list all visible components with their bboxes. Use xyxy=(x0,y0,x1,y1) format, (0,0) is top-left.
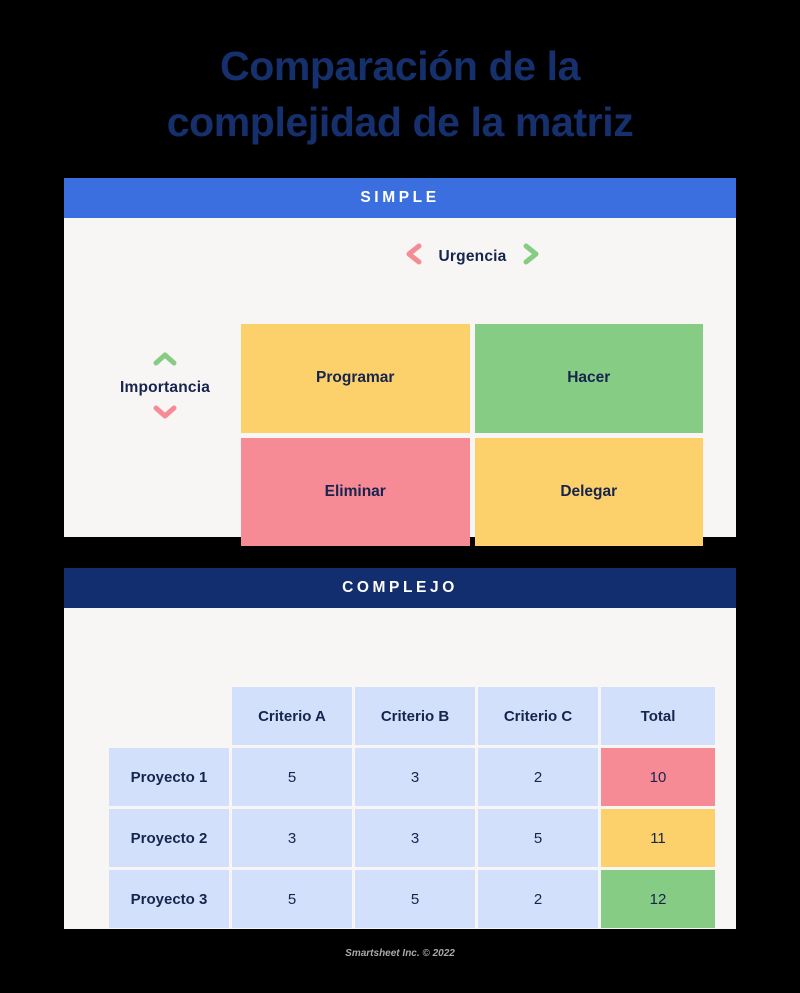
quadrant-label: Eliminar xyxy=(324,482,386,500)
quadrant-eliminar[interactable]: Eliminar xyxy=(241,437,470,546)
quadrant-label: Hacer xyxy=(567,369,611,387)
table-corner-cell xyxy=(109,687,229,745)
cell-p1-criterio-b: 3 xyxy=(355,748,475,806)
cell-p3-total: 12 xyxy=(601,870,715,928)
chevron-right-icon xyxy=(520,242,542,271)
cell-p2-criterio-c: 5 xyxy=(478,809,598,867)
cell-p1-total: 10 xyxy=(601,748,715,806)
cell-p3-criterio-c: 2 xyxy=(478,870,598,928)
complex-matrix-card: COMPLEJO Criterio A Criterio B Criterio … xyxy=(64,568,736,929)
simple-matrix-body: Urgencia Importancia Programar Hacer Eli… xyxy=(64,218,736,546)
column-header-criterio-a: Criterio A xyxy=(232,687,352,745)
cell-p3-criterio-b: 5 xyxy=(355,870,475,928)
importancia-axis: Importancia xyxy=(100,351,230,425)
title-line-1: Comparación de la xyxy=(219,43,581,89)
quadrant-label: Programar xyxy=(316,369,395,387)
infographic-page: Comparación de la complejidad de la matr… xyxy=(0,0,800,993)
column-header-criterio-c: Criterio C xyxy=(478,687,598,745)
chevron-down-icon xyxy=(152,404,178,425)
complex-band-label: COMPLEJO xyxy=(64,568,736,608)
cell-p3-criterio-a: 5 xyxy=(232,870,352,928)
footer-credit: Smartsheet Inc. © 2022 xyxy=(345,948,455,959)
table-row: Proyecto 3 5 5 2 12 xyxy=(109,870,715,928)
chevron-left-icon xyxy=(403,242,425,271)
criteria-scoring-table: Criterio A Criterio B Criterio C Total P… xyxy=(106,684,718,931)
quadrant-delegar[interactable]: Delegar xyxy=(474,437,703,546)
table-row: Proyecto 1 5 3 2 10 xyxy=(109,748,715,806)
cell-p2-total: 11 xyxy=(601,809,715,867)
table-row: Proyecto 2 3 3 5 11 xyxy=(109,809,715,867)
column-header-criterio-b: Criterio B xyxy=(355,687,475,745)
chevron-up-icon xyxy=(152,351,178,372)
title-line-2: complejidad de la matriz xyxy=(166,99,634,145)
quadrant-label: Delegar xyxy=(560,482,618,500)
urgencia-label: Urgencia xyxy=(438,247,507,265)
urgencia-axis: Urgencia xyxy=(240,242,705,271)
table-header-row: Criterio A Criterio B Criterio C Total xyxy=(109,687,715,745)
page-title: Comparación de la complejidad de la matr… xyxy=(0,0,800,150)
column-header-total: Total xyxy=(601,687,715,745)
simple-matrix-card: SIMPLE Urgencia Importancia Programar Ha… xyxy=(64,178,736,546)
quadrant-hacer[interactable]: Hacer xyxy=(474,324,703,433)
importancia-label: Importancia xyxy=(119,379,211,396)
cell-p1-criterio-c: 2 xyxy=(478,748,598,806)
cell-p2-criterio-a: 3 xyxy=(232,809,352,867)
quadrant-programar[interactable]: Programar xyxy=(241,324,470,433)
cell-p2-criterio-b: 3 xyxy=(355,809,475,867)
complex-matrix-body: Criterio A Criterio B Criterio C Total P… xyxy=(64,608,736,929)
simple-band-label: SIMPLE xyxy=(64,178,736,218)
row-header-proyecto-2: Proyecto 2 xyxy=(109,809,229,867)
cell-p1-criterio-a: 5 xyxy=(232,748,352,806)
row-header-proyecto-3: Proyecto 3 xyxy=(109,870,229,928)
eisenhower-quadrant-grid: Programar Hacer Eliminar Delegar xyxy=(241,324,703,546)
row-header-proyecto-1: Proyecto 1 xyxy=(109,748,229,806)
